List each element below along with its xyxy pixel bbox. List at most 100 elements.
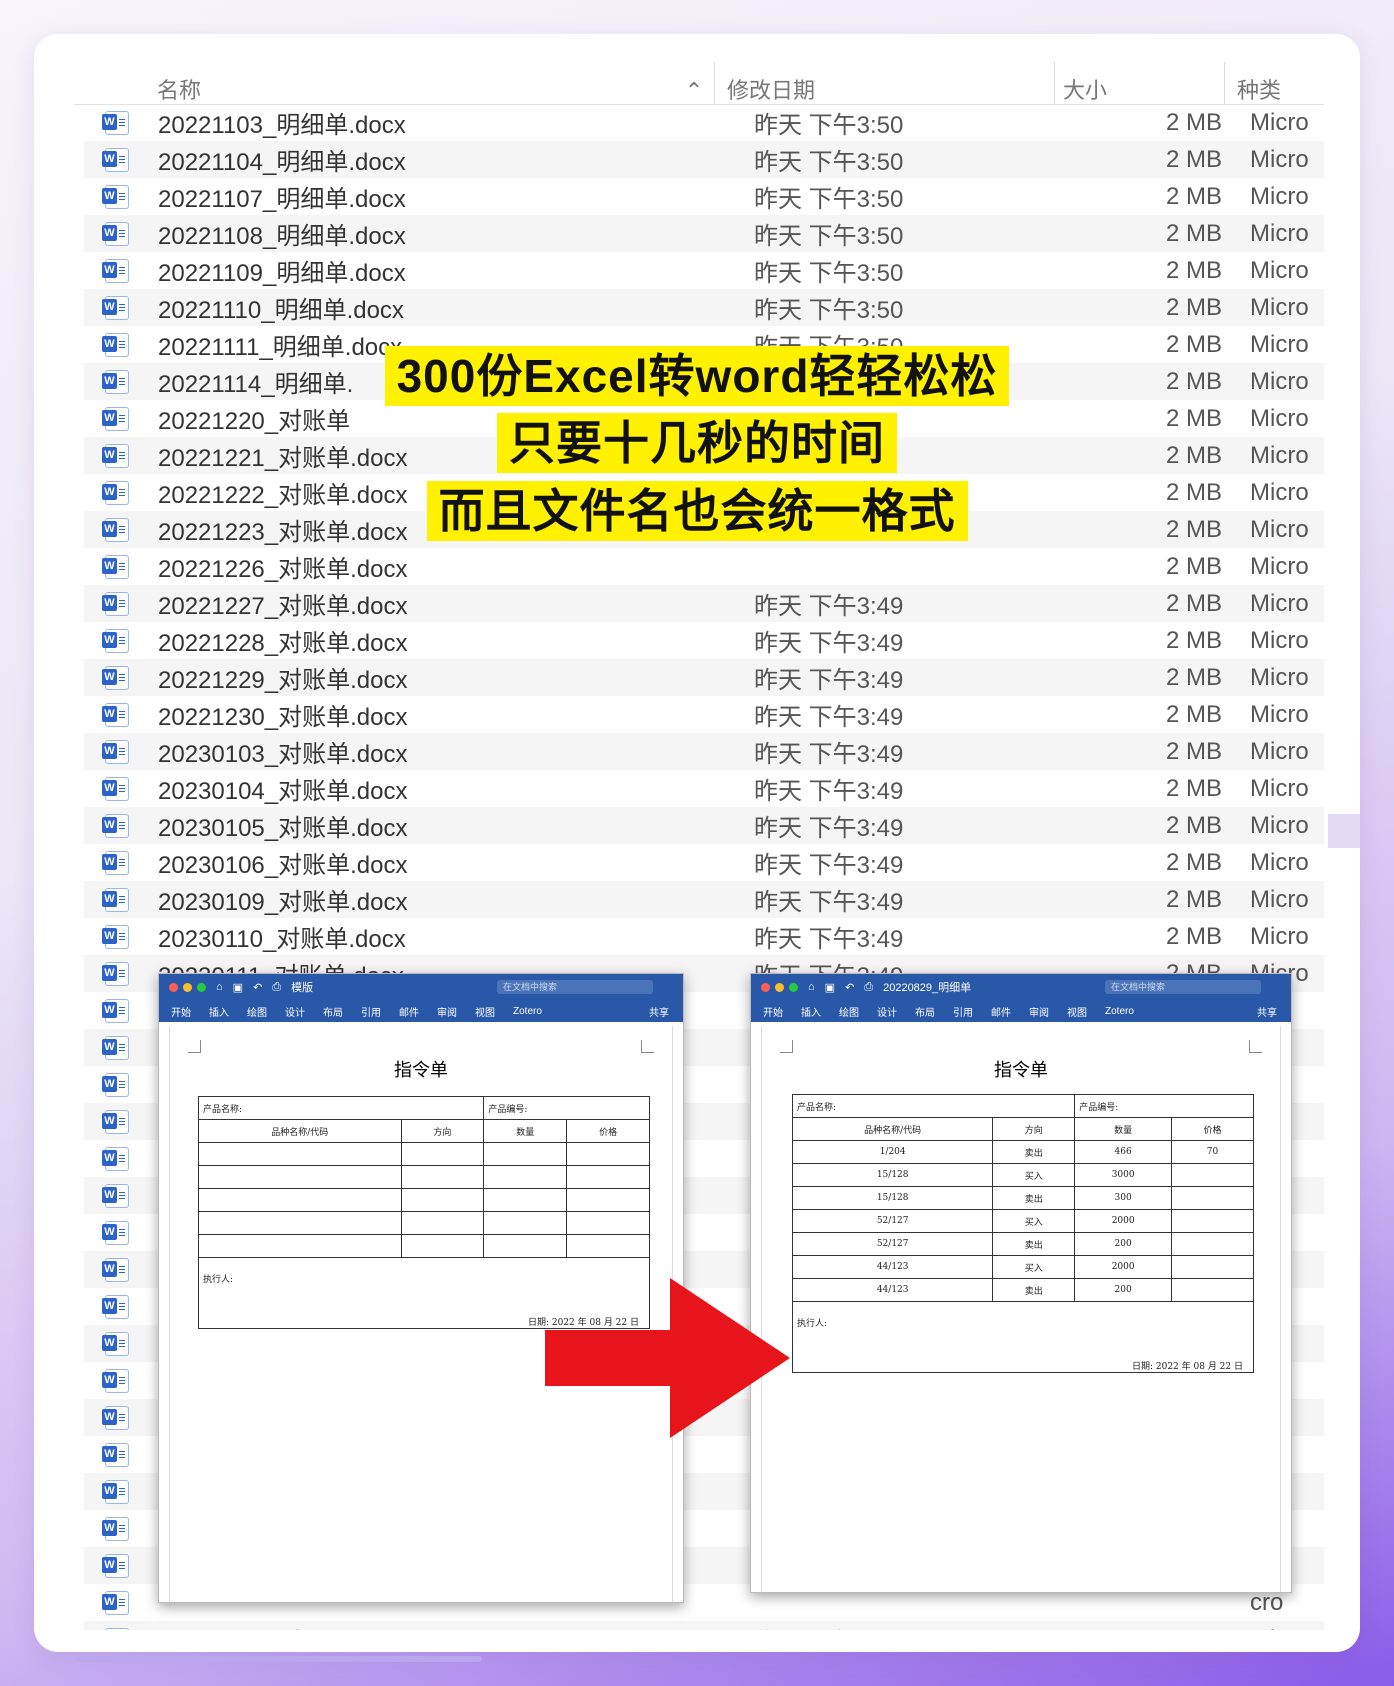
ribbon-tab[interactable]: 布局	[323, 1004, 343, 1019]
table-cell[interactable]	[1171, 1186, 1254, 1210]
table-cell[interactable]: 卖出	[992, 1278, 1076, 1302]
file-date: 昨天 下午3:50	[754, 297, 904, 324]
share-button[interactable]: 共享	[1257, 1004, 1277, 1019]
table-cell[interactable]: 买入	[992, 1163, 1076, 1187]
ribbon-tab[interactable]: 绘图	[839, 1004, 859, 1019]
table-cell[interactable]	[1171, 1209, 1254, 1233]
table-cell[interactable]: 买入	[992, 1209, 1076, 1233]
ribbon-tab[interactable]: 视图	[475, 1004, 495, 1019]
ribbon-tab[interactable]: 开始	[171, 1004, 191, 1019]
column-header: 名称 ⌃ 修改日期 大小 种类	[74, 62, 1324, 105]
table-cell[interactable]	[1171, 1232, 1254, 1256]
table-cell[interactable]: 44/123	[791, 1255, 994, 1279]
file-kind: Micro	[1250, 811, 1309, 839]
file-size: 2 MB	[1165, 256, 1222, 284]
table-cell[interactable]: 15/128	[791, 1163, 994, 1187]
file-row[interactable]: 20221110_明细单.docx 昨天 下午3:50 2 MB Micro	[84, 289, 1324, 326]
ribbon-tab[interactable]: 审阅	[437, 1004, 457, 1019]
file-row[interactable]: 20221103_明细单.docx 昨天 下午3:50 2 MB Micro	[84, 104, 1324, 141]
file-row[interactable]: 20230214_对账单.docx昨天 下午3:492 MBMicro	[84, 1621, 1324, 1630]
table-cell[interactable]: 200	[1074, 1278, 1173, 1302]
table-cell[interactable]: 卖出	[992, 1232, 1076, 1256]
file-row[interactable]: 20221227_对账单.docx 昨天 下午3:49 2 MB Micro	[84, 585, 1324, 622]
column-size[interactable]: 大小	[1054, 62, 1224, 104]
table-cell[interactable]: 300	[1074, 1186, 1173, 1210]
file-row[interactable]: 20230104_对账单.docx 昨天 下午3:49 2 MB Micro	[84, 770, 1324, 807]
ribbon-tab[interactable]: 引用	[953, 1004, 973, 1019]
ribbon-tab[interactable]: 插入	[209, 1004, 229, 1019]
ribbon-tab[interactable]: 绘图	[247, 1004, 267, 1019]
word-doc-icon	[84, 776, 150, 801]
table-cell[interactable]: 52/127	[791, 1232, 994, 1256]
file-row[interactable]: 20221109_明细单.docx 昨天 下午3:50 2 MB Micro	[84, 252, 1324, 289]
table-cell[interactable]: 70	[1171, 1140, 1254, 1164]
file-row[interactable]: 20230106_对账单.docx 昨天 下午3:49 2 MB Micro	[84, 844, 1324, 881]
save-icon[interactable]: ▣	[825, 981, 835, 994]
search-input[interactable]: 在文档中搜索	[1105, 980, 1261, 994]
ribbon-tab[interactable]: 审阅	[1029, 1004, 1049, 1019]
print-icon[interactable]: ⎙	[272, 981, 281, 994]
table-cell[interactable]: 200	[1074, 1232, 1173, 1256]
file-row[interactable]: 20230110_对账单.docx 昨天 下午3:49 2 MB Micro	[84, 918, 1324, 955]
save-icon[interactable]: ▣	[233, 981, 243, 994]
table-cell[interactable]: 3000	[1074, 1163, 1173, 1187]
ribbon-tab[interactable]: 开始	[763, 1004, 783, 1019]
file-date: 昨天 下午3:49	[754, 704, 904, 731]
table-cell[interactable]: 2000	[1074, 1209, 1173, 1233]
word-titlebar: ⌂ ▣ ↶ ⎙ 模版 在文档中搜索	[159, 974, 683, 1000]
home-icon[interactable]: ⌂	[808, 981, 815, 993]
table-header-cell: 品种名称/代码	[791, 1117, 994, 1141]
ribbon-tab[interactable]: Zotero	[513, 1006, 542, 1017]
table-cell[interactable]	[1171, 1278, 1254, 1302]
table-cell[interactable]: 买入	[992, 1255, 1076, 1279]
ribbon-tab[interactable]: 引用	[361, 1004, 381, 1019]
column-date[interactable]: 修改日期	[714, 62, 1054, 104]
window-controls[interactable]	[169, 982, 206, 992]
window-controls[interactable]	[761, 982, 798, 992]
file-row[interactable]: 20221226_对账单.docx 2 MB Micro	[84, 548, 1324, 585]
file-row[interactable]: 20221108_明细单.docx 昨天 下午3:50 2 MB Micro	[84, 215, 1324, 252]
table-cell[interactable]: 44/123	[791, 1278, 994, 1302]
file-row[interactable]: 20230109_对账单.docx 昨天 下午3:49 2 MB Micro	[84, 881, 1324, 918]
table-cell[interactable]: 卖出	[992, 1140, 1076, 1164]
file-name: 20230103_对账单.docx	[158, 741, 408, 768]
table-cell[interactable]: 15/128	[791, 1186, 994, 1210]
file-row[interactable]: 20221104_明细单.docx 昨天 下午3:50 2 MB Micro	[84, 141, 1324, 178]
table-cell[interactable]: 52/127	[791, 1209, 994, 1233]
file-row[interactable]: 20221228_对账单.docx 昨天 下午3:49 2 MB Micro	[84, 622, 1324, 659]
word-doc-icon	[84, 147, 150, 172]
word-doc-icon	[84, 1479, 150, 1504]
column-name[interactable]: 名称	[74, 62, 674, 104]
table-cell[interactable]: 卖出	[992, 1186, 1076, 1210]
table-cell[interactable]: 2000	[1074, 1255, 1173, 1279]
file-row[interactable]: 20221229_对账单.docx 昨天 下午3:49 2 MB Micro	[84, 659, 1324, 696]
ribbon-tab[interactable]: 邮件	[399, 1004, 419, 1019]
search-input[interactable]: 在文档中搜索	[497, 980, 653, 994]
ribbon-tab[interactable]: 插入	[801, 1004, 821, 1019]
undo-icon[interactable]: ↶	[253, 981, 262, 994]
file-size: 2 MB	[1165, 293, 1222, 321]
undo-icon[interactable]: ↶	[845, 981, 854, 994]
table-cell[interactable]	[1171, 1255, 1254, 1279]
ribbon-tab[interactable]: Zotero	[1105, 1006, 1134, 1017]
table-cell[interactable]: 1/204	[791, 1140, 994, 1164]
file-row[interactable]: 20221230_对账单.docx 昨天 下午3:49 2 MB Micro	[84, 696, 1324, 733]
ribbon-tab[interactable]: 设计	[285, 1004, 305, 1019]
table-cell[interactable]: 466	[1074, 1140, 1173, 1164]
file-row[interactable]: 20230103_对账单.docx 昨天 下午3:49 2 MB Micro	[84, 733, 1324, 770]
column-kind[interactable]: 种类	[1224, 62, 1324, 104]
ribbon-tab[interactable]: 邮件	[991, 1004, 1011, 1019]
print-icon[interactable]: ⎙	[864, 981, 873, 994]
ribbon-tab[interactable]: 设计	[877, 1004, 897, 1019]
sort-indicator-icon[interactable]: ⌃	[674, 62, 714, 104]
file-size: 2 MB	[1165, 922, 1222, 950]
ribbon-tab[interactable]: 视图	[1067, 1004, 1087, 1019]
home-icon[interactable]: ⌂	[216, 981, 223, 993]
share-button[interactable]: 共享	[649, 1004, 669, 1019]
file-date: 昨天 下午3:49	[754, 667, 904, 694]
file-date: 昨天 下午3:49	[754, 852, 904, 879]
file-row[interactable]: 20221107_明细单.docx 昨天 下午3:50 2 MB Micro	[84, 178, 1324, 215]
table-cell[interactable]	[1171, 1163, 1254, 1187]
file-row[interactable]: 20230105_对账单.docx 昨天 下午3:49 2 MB Micro	[84, 807, 1324, 844]
ribbon-tab[interactable]: 布局	[915, 1004, 935, 1019]
